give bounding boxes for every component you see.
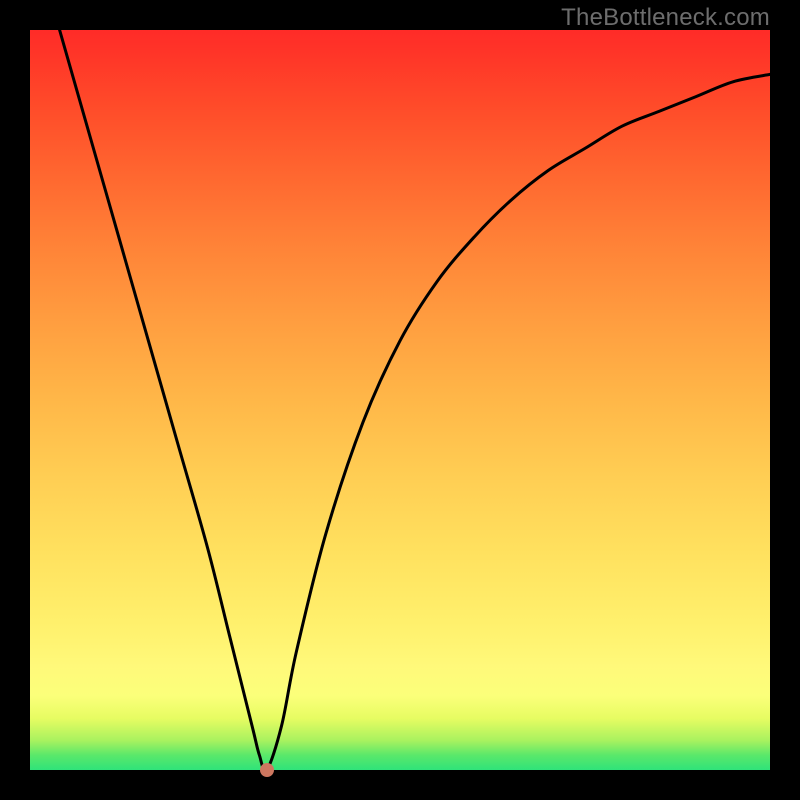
chart-frame: TheBottleneck.com: [0, 0, 800, 800]
optimal-point-marker: [260, 763, 274, 777]
plot-background: [30, 30, 770, 770]
watermark-text: TheBottleneck.com: [561, 4, 770, 32]
